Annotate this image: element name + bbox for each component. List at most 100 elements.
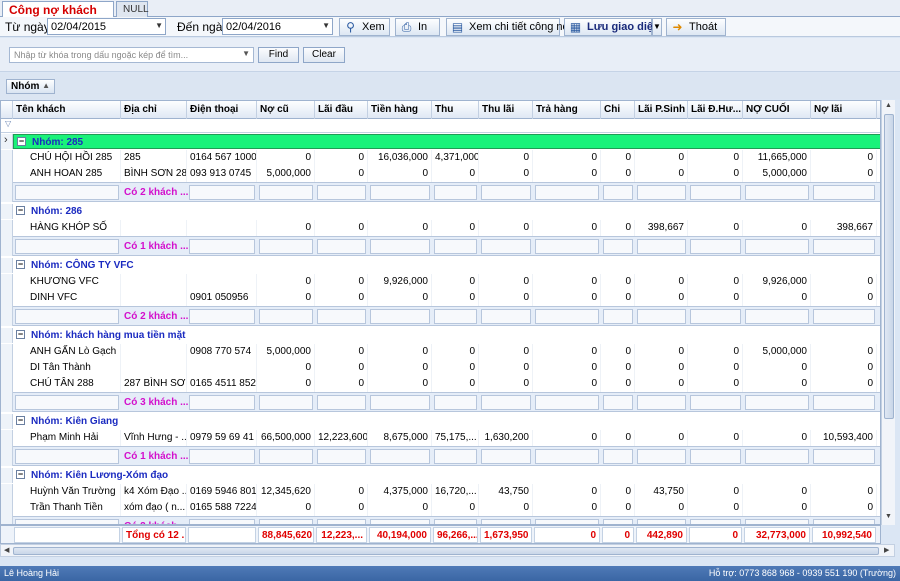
row-selector <box>1 236 13 256</box>
table-row[interactable]: Trần Thanh Tiền xóm đạo ( n... 0165 588 72… <box>1 500 880 516</box>
customer-debt-grid: Tên khách Địa chỉ Điện thoại Nợ cũ Lãi đầu Ti… <box>0 100 881 525</box>
auto-filter-row[interactable]: ▽ <box>1 119 880 133</box>
group-row[interactable]: − Nhóm: 285 <box>13 134 880 149</box>
save-layout-dropdown[interactable]: ▼ <box>652 18 662 36</box>
chevron-down-icon[interactable]: ▼ <box>242 49 250 58</box>
scrollbar-thumb[interactable] <box>884 114 894 419</box>
column-header[interactable]: Chi <box>601 101 635 119</box>
row-selector[interactable] <box>1 414 13 429</box>
group-by-chip[interactable]: Nhóm ▲ <box>6 79 55 94</box>
table-row[interactable]: ANH HOAN 285 BÌNH SƠN 285 093 913 0745 5,00… <box>1 166 880 182</box>
horizontal-scrollbar[interactable]: ◀ ▶ <box>0 544 895 557</box>
summary-box <box>370 185 430 200</box>
group-row[interactable]: − Nhóm: 286 <box>13 204 880 219</box>
print-button[interactable]: ⎙ In <box>395 18 440 36</box>
scroll-up-icon[interactable]: ▲ <box>885 102 892 109</box>
collapse-icon[interactable]: − <box>16 260 25 269</box>
scrollbar-thumb[interactable] <box>13 547 879 555</box>
summary-box <box>745 395 809 410</box>
tab-null[interactable]: NULL <box>116 1 149 17</box>
table-cell: 0 <box>368 166 432 182</box>
summary-box <box>603 449 633 464</box>
table-row[interactable]: KHƯƠNG VFC 0 0 9,926,000 0 0 0 0 0 0 9,926,000 0 <box>1 274 880 290</box>
find-button[interactable]: Find <box>258 47 299 63</box>
column-header[interactable]: Nợ lãi <box>811 101 877 119</box>
summary-box <box>317 185 366 200</box>
table-row[interactable]: CHÚ HỘI HỒI 285 285 0164 567 1000 0 0 16,036,… <box>1 150 880 166</box>
summary-box <box>603 309 633 324</box>
table-cell: 66,500,000 <box>257 430 315 446</box>
clear-button[interactable]: Clear <box>303 47 345 63</box>
group-row[interactable]: − Nhóm: Kiên Giang <box>13 414 880 429</box>
to-date-picker[interactable]: 02/04/2016 ▼ <box>222 18 333 35</box>
group-row[interactable]: − Nhóm: CÔNG TY VFC <box>13 258 880 273</box>
table-cell: 0 <box>635 150 688 166</box>
column-header[interactable]: Thu <box>432 101 479 119</box>
search-input[interactable]: Nhập từ khóa trong dấu ngoặc kép để tìm.… <box>9 47 254 63</box>
table-row[interactable]: Huỳnh Văn Trường k4 Xóm Đạo ... 0169 5946 … <box>1 484 880 500</box>
tab-cong-no-khach-hang[interactable]: Công nợ khách hàng <box>2 1 114 31</box>
table-cell: 0 <box>688 290 743 306</box>
table-cell: 5,000,000 <box>743 166 811 182</box>
table-cell: 285 <box>121 150 187 166</box>
group-title: Nhóm: 285 <box>32 137 84 148</box>
table-cell: 0 <box>601 376 635 392</box>
row-selector[interactable] <box>1 204 13 219</box>
scroll-down-icon[interactable]: ▼ <box>885 513 892 520</box>
table-row[interactable]: DI Tân Thành 0 0 0 0 0 0 0 0 0 0 0 <box>1 360 880 376</box>
column-header[interactable]: Điện thoại <box>187 101 257 119</box>
total-cell: 96,266,... <box>433 527 478 543</box>
table-cell: 4,371,000 <box>432 150 479 166</box>
column-header[interactable]: Lãi P.Sinh <box>635 101 688 119</box>
group-title: Nhóm: khách hàng mua tiền mặt <box>31 330 186 341</box>
column-header[interactable]: Lãi Đ.Hư... <box>688 101 743 119</box>
view-debt-detail-button[interactable]: ▤ Xem chi tiết công nợ <box>446 18 570 36</box>
group-row[interactable]: − Nhóm: Kiên Lương-Xóm đạo <box>13 468 880 483</box>
collapse-icon[interactable]: − <box>16 206 25 215</box>
collapse-icon[interactable]: − <box>16 470 25 479</box>
row-selector[interactable] <box>1 328 13 343</box>
column-header[interactable]: Trả hàng <box>533 101 601 119</box>
from-date-picker[interactable]: 02/04/2015 ▼ <box>47 18 166 35</box>
totals-row: Tổng có 12 ... 88,845,620 12,223,... 40,194… <box>0 525 881 544</box>
column-header[interactable]: NỢ CUỐI <box>743 101 811 119</box>
row-selector[interactable] <box>1 258 13 273</box>
table-row[interactable]: CHÚ TÂN 288 287 BÌNH SƠN 0165 4511 852 0 0 0 0… <box>1 376 880 392</box>
scroll-right-icon[interactable]: ▶ <box>884 546 889 554</box>
view-button[interactable]: ⚲ Xem <box>339 18 390 36</box>
column-header[interactable]: Địa chỉ <box>121 101 187 119</box>
row-selector[interactable] <box>1 468 13 483</box>
from-date-label: Từ ngày <box>5 20 50 34</box>
chevron-down-icon[interactable]: ▼ <box>155 21 163 30</box>
table-cell: 0 <box>368 376 432 392</box>
collapse-icon[interactable]: − <box>17 137 26 146</box>
search-placeholder: Nhập từ khóa trong dấu ngoặc kép để tìm.… <box>14 50 189 60</box>
collapse-icon[interactable]: − <box>16 416 25 425</box>
table-cell: 0 <box>432 500 479 516</box>
column-header[interactable]: Nợ cũ <box>257 101 315 119</box>
row-selector[interactable]: › <box>1 134 13 149</box>
column-header[interactable]: Thu lãi <box>479 101 533 119</box>
table-cell: 0 <box>257 500 315 516</box>
row-selector <box>1 182 13 202</box>
table-row[interactable]: ANH GẤN Lò Gạch 0908 770 574 5,000,000 0 0 0 0… <box>1 344 880 360</box>
column-header[interactable]: Tiền hàng <box>368 101 432 119</box>
save-layout-button[interactable]: ▦ Lưu giao diện <box>564 18 660 36</box>
toolbar: Từ ngày 02/04/2015 ▼ Đến ngày 02/04/2016… <box>0 17 900 37</box>
scroll-left-icon[interactable]: ◀ <box>4 546 9 554</box>
table-row[interactable]: Phạm Minh Hải Vĩnh Hưng - ... 0979 59 69 4… <box>1 430 880 446</box>
group-row[interactable]: − Nhóm: khách hàng mua tiền mặt <box>13 328 880 343</box>
collapse-icon[interactable]: − <box>16 330 25 339</box>
table-row[interactable]: HÀNG KHÓP SỐ 0 0 0 0 0 0 0 398,667 0 0 398,667 <box>1 220 880 236</box>
exit-button[interactable]: ➜ Thoát <box>666 18 726 36</box>
table-row[interactable]: DINH VFC 0901 050956 0 0 0 0 0 0 0 0 0 0 0 <box>1 290 880 306</box>
column-header[interactable]: Tên khách <box>13 101 121 119</box>
column-header[interactable]: Lãi đầu <box>315 101 368 119</box>
chevron-down-icon[interactable]: ▼ <box>322 21 330 30</box>
total-cell: 10,992,540 <box>812 527 876 543</box>
table-cell: 0 <box>635 360 688 376</box>
group-title: Nhóm: Kiên Giang <box>31 416 119 427</box>
table-cell: DI Tân Thành <box>13 360 121 376</box>
vertical-scrollbar[interactable]: ▲ ▼ <box>881 100 895 525</box>
total-cell: 0 <box>689 527 742 543</box>
